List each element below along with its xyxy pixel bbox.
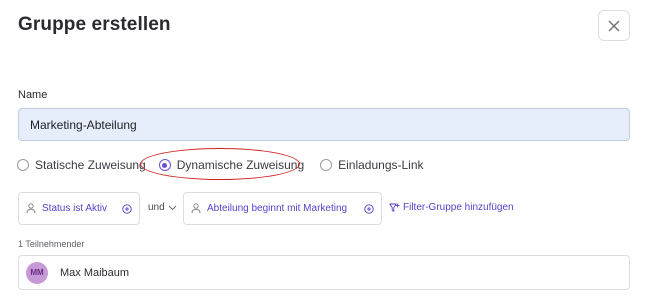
name-label: Name [18,89,48,101]
radio-label: Statische Zuweisung [35,158,146,172]
filter-connector-dropdown[interactable]: und [148,202,177,213]
radio-label: Einladungs-Link [338,158,424,172]
name-input[interactable] [18,108,630,141]
members-count: 1 Teilnehmender [18,239,85,249]
filter-add-icon [389,203,400,212]
filter-chip-department[interactable]: Abteilung beginnt mit Marketing [183,192,382,225]
assignment-radio-group: Statische Zuweisung Dynamische Zuweisung… [17,157,424,173]
plus-circle-icon[interactable] [122,203,132,214]
radio-circle-icon [320,159,333,171]
close-button[interactable] [598,10,630,41]
chevron-down-icon [168,205,177,210]
radio-dynamic-assignment[interactable]: Dynamische Zuweisung [158,158,305,172]
filter-label: Abteilung beginnt mit Marketing [207,203,348,214]
member-name: Max Maibaum [60,266,130,279]
radio-invite-link[interactable]: Einladungs-Link [320,158,424,172]
filter-chip-status[interactable]: Status ist Aktiv [18,192,140,225]
close-x-icon [608,20,620,31]
radio-checked-icon [158,159,171,171]
add-filter-group-button[interactable]: Filter-Gruppe hinzufügen [389,202,514,213]
create-group-dialog: Gruppe erstellen Name Statische Zuweisun… [0,0,651,304]
user-icon [191,203,201,214]
connector-label: und [148,202,165,213]
plus-circle-icon[interactable] [364,203,374,214]
filter-label: Status ist Aktiv [42,203,108,214]
member-list-item[interactable]: MM Max Maibaum [18,255,630,290]
radio-label: Dynamische Zuweisung [176,158,305,172]
user-icon [26,203,36,214]
radio-circle-icon [17,159,29,171]
avatar: MM [26,261,48,284]
add-filter-group-label: Filter-Gruppe hinzufügen [403,202,514,213]
radio-static-assignment[interactable]: Statische Zuweisung [17,158,146,172]
dialog-title: Gruppe erstellen [18,14,171,35]
